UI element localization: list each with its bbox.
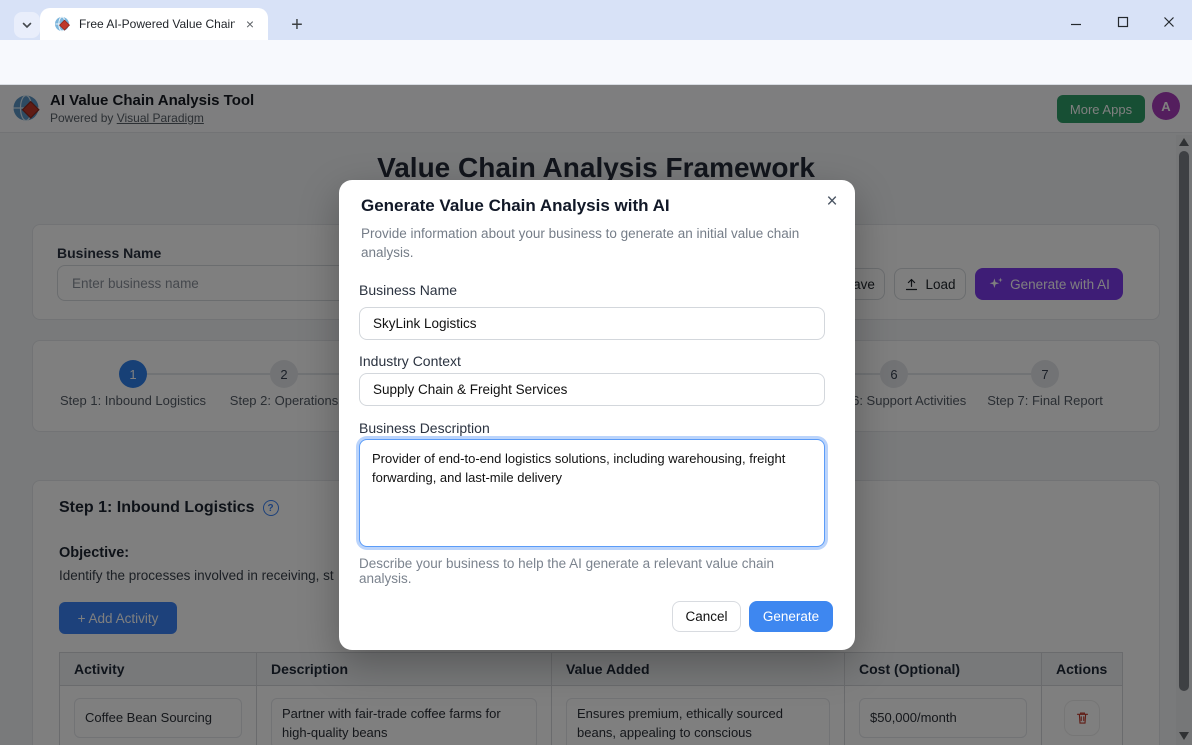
modal-business-name-input[interactable]	[359, 307, 825, 340]
modal-description-textarea[interactable]: Provider of end-to-end logistics solutio…	[359, 439, 825, 547]
new-tab-button[interactable]: +	[284, 12, 310, 38]
modal-description-label: Business Description	[359, 420, 490, 436]
app-viewport: AI Value Chain Analysis Tool Powered by …	[0, 85, 1192, 745]
browser-window: Free AI-Powered Value Chain An × + ai-t	[0, 0, 1192, 745]
tab-title: Free AI-Powered Value Chain An	[79, 17, 235, 31]
tab-strip: Free AI-Powered Value Chain An × +	[0, 0, 1192, 40]
cancel-button[interactable]: Cancel	[672, 601, 741, 632]
window-minimize-button[interactable]	[1061, 12, 1091, 32]
browser-toolbar: ai-toolbox.visual-paradigm.com/app/value…	[0, 40, 1192, 85]
generate-analysis-modal: Generate Value Chain Analysis with AI × …	[339, 180, 855, 650]
modal-subtitle: Provide information about your business …	[361, 224, 829, 262]
modal-industry-label: Industry Context	[359, 353, 461, 369]
window-maximize-button[interactable]	[1108, 12, 1138, 32]
favicon-visual-paradigm	[54, 16, 71, 33]
tab-close-icon[interactable]: ×	[242, 16, 258, 32]
generate-button[interactable]: Generate	[749, 601, 833, 632]
tab-search-button[interactable]	[14, 12, 40, 38]
modal-close-icon[interactable]: ×	[821, 191, 843, 213]
modal-title: Generate Value Chain Analysis with AI	[361, 196, 670, 216]
browser-tab[interactable]: Free AI-Powered Value Chain An ×	[40, 8, 268, 40]
chevron-down-icon	[21, 19, 33, 31]
modal-industry-input[interactable]	[359, 373, 825, 406]
modal-helper-text: Describe your business to help the AI ge…	[359, 556, 829, 586]
modal-business-name-label: Business Name	[359, 282, 457, 298]
window-close-button[interactable]	[1154, 12, 1184, 32]
